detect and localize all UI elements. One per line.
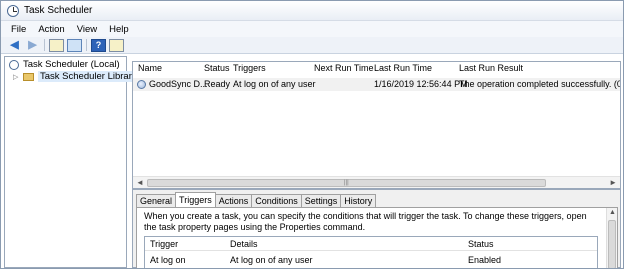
menu-bar: File Action View Help	[1, 21, 623, 37]
table-row[interactable]: At log on At log on of any user Enabled	[145, 253, 597, 266]
column-header-details[interactable]: Details	[230, 239, 258, 249]
trigger-details: At log on of any user	[230, 255, 313, 265]
tab-history[interactable]: History	[340, 194, 377, 207]
toolbar: ◀ ▶ ?	[1, 37, 623, 54]
task-icon	[137, 80, 146, 89]
toolbar-separator	[44, 39, 45, 51]
task-details-pane: General Triggers Actions Conditions Sett…	[132, 189, 621, 268]
task-status: Ready	[204, 79, 231, 89]
task-scheduler-window: Task Scheduler File Action View Help ◀ ▶…	[0, 0, 624, 269]
tree-item-library-label: Task Scheduler Library	[38, 71, 139, 82]
scrollbar-thumb[interactable]: |||	[147, 179, 546, 187]
toolbar-separator	[86, 39, 87, 51]
triggers-tab-content: When you create a task, you can specify …	[136, 207, 618, 268]
title-bar: Task Scheduler	[1, 1, 623, 21]
scroll-left-icon[interactable]: ◄	[136, 178, 144, 187]
trigger-type: At log on	[150, 255, 186, 265]
task-last-result: The operation completed successfully. (0…	[459, 79, 621, 89]
task-triggers: At log on of any user	[233, 79, 316, 89]
clock-icon	[9, 59, 19, 70]
column-header-name[interactable]: Name	[138, 63, 162, 73]
scroll-up-icon[interactable]: ▲	[609, 209, 616, 216]
menu-file[interactable]: File	[11, 24, 26, 35]
scroll-right-icon[interactable]: ►	[609, 178, 617, 187]
triggers-table-header: Trigger Details Status	[145, 237, 597, 251]
column-header-last-result[interactable]: Last Run Result	[459, 63, 523, 73]
detail-tabs: General Triggers Actions Conditions Sett…	[136, 192, 377, 207]
tab-triggers[interactable]: Triggers	[175, 192, 216, 207]
column-header-triggers[interactable]: Triggers	[233, 63, 266, 73]
menu-action[interactable]: Action	[38, 24, 64, 35]
table-row[interactable]: GoodSync D... Ready At log on of any use…	[133, 78, 620, 91]
column-header-status[interactable]: Status	[468, 239, 494, 249]
folder-up-icon[interactable]	[49, 38, 64, 52]
column-header-status[interactable]: Status	[204, 63, 230, 73]
tab-conditions[interactable]: Conditions	[251, 194, 302, 207]
task-name: GoodSync D...	[149, 79, 208, 89]
help-icon[interactable]: ?	[91, 38, 106, 52]
forward-arrow-icon[interactable]: ▶	[25, 39, 40, 52]
triggers-table: Trigger Details Status At log on At log …	[144, 236, 598, 268]
folder-icon	[23, 72, 34, 81]
menu-help[interactable]: Help	[109, 24, 129, 35]
tab-settings[interactable]: Settings	[300, 194, 342, 207]
column-header-next-run[interactable]: Next Run Time	[314, 63, 374, 73]
menu-view[interactable]: View	[77, 24, 97, 35]
column-header-last-run[interactable]: Last Run Time	[374, 63, 432, 73]
tab-actions[interactable]: Actions	[214, 194, 253, 207]
show-hide-tree-icon[interactable]	[67, 38, 82, 52]
task-last-run: 1/16/2019 12:56:44 PM	[374, 79, 468, 89]
trigger-status: Enabled	[468, 255, 502, 265]
task-list-header: Name Status Triggers Next Run Time Last …	[133, 62, 620, 75]
content-pane: Name Status Triggers Next Run Time Last …	[132, 56, 621, 268]
back-arrow-icon[interactable]: ◀	[7, 39, 22, 52]
scrollbar-thumb[interactable]	[608, 220, 616, 268]
vertical-scrollbar[interactable]: ▲	[606, 208, 617, 268]
expand-arrow-icon[interactable]: ▷	[13, 73, 20, 81]
tab-general[interactable]: General	[136, 194, 177, 207]
show-hide-action-pane-icon[interactable]	[109, 38, 124, 52]
tree-item-library[interactable]: ▷ Task Scheduler Library	[13, 71, 139, 82]
task-scheduler-clock-icon	[7, 4, 19, 17]
grip-icon: |||	[344, 180, 349, 186]
column-header-trigger[interactable]: Trigger	[150, 239, 178, 249]
tree-item-local[interactable]: Task Scheduler (Local)	[9, 59, 120, 70]
task-list: Name Status Triggers Next Run Time Last …	[132, 61, 621, 189]
navigation-tree-pane: Task Scheduler (Local) ▷ Task Scheduler …	[4, 56, 139, 268]
horizontal-scrollbar[interactable]: ◄ ||| ►	[133, 176, 620, 188]
tree-item-local-label: Task Scheduler (Local)	[23, 59, 120, 70]
triggers-description: When you create a task, you can specify …	[144, 211, 587, 232]
window-title: Task Scheduler	[24, 5, 93, 16]
